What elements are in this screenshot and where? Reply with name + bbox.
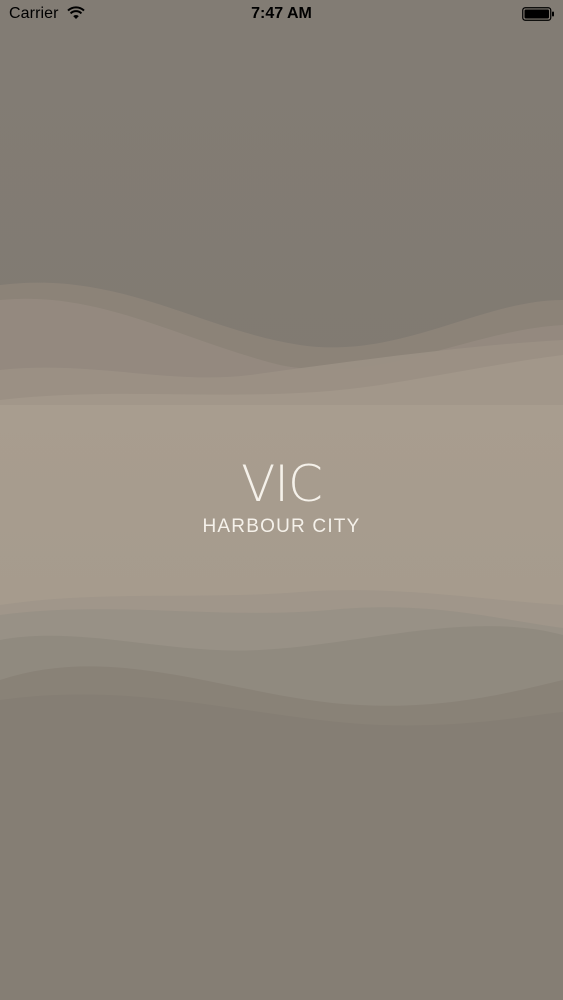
brand-subtitle: HARBOUR CITY bbox=[202, 516, 361, 537]
brand-block: VIC HARBOUR CITY bbox=[0, 455, 563, 539]
brand-title: VIC bbox=[241, 455, 323, 513]
status-time: 7:47 AM bbox=[251, 5, 312, 22]
splash-screen: Carrier 7:47 AM VIC HARBOUR CITY bbox=[0, 0, 563, 1000]
status-bar: Carrier 7:47 AM bbox=[0, 0, 563, 30]
battery-icon bbox=[522, 7, 555, 21]
